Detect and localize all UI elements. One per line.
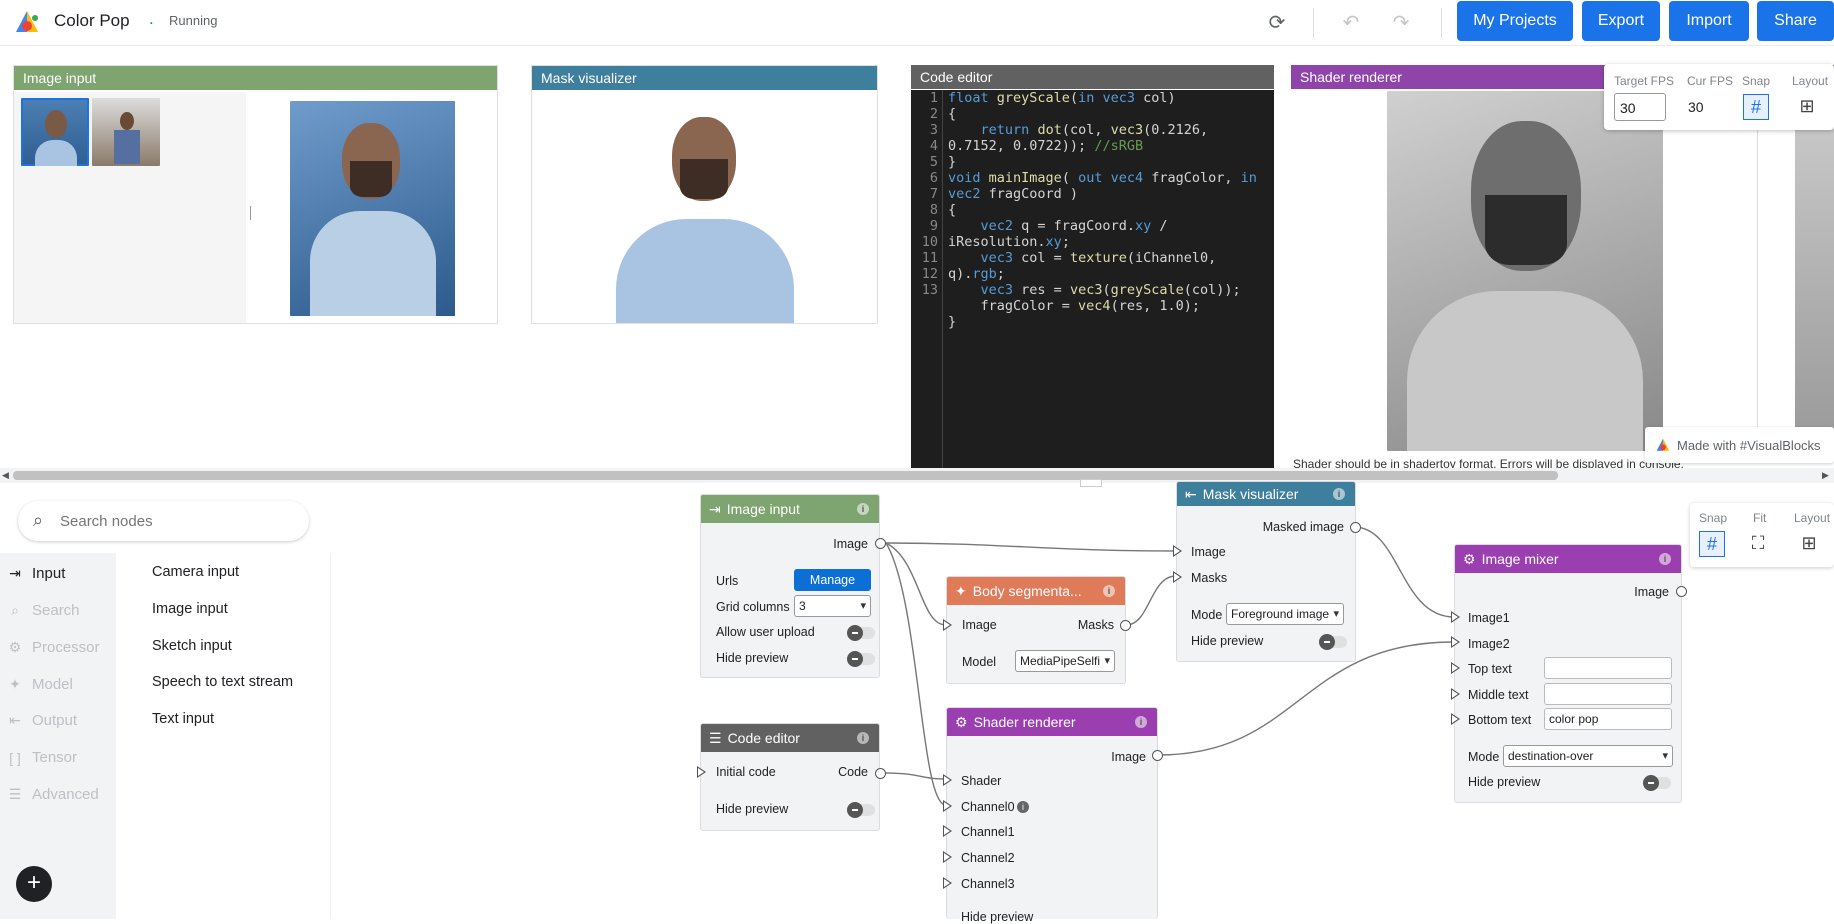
input-label: Image [1191,545,1226,559]
node-mask-visualizer[interactable]: ⇤ Mask visualizer i Masked image Image Mas… [1176,481,1356,662]
sparkle-icon: ✦ [955,582,967,599]
node-header: ☰ Code editor i [701,724,879,752]
output-port[interactable] [1676,586,1687,597]
mode-select[interactable]: destination-over [1503,745,1673,767]
input-label: Channel0 [961,800,1015,814]
allow-upload-label: Allow user upload [716,625,815,639]
input-port[interactable] [943,619,952,631]
input-port[interactable] [1173,545,1182,557]
input-label: Channel3 [961,877,1015,891]
node-image-mixer[interactable]: ⚙ Image mixer i Image Image1 Image2 Top te… [1454,544,1682,803]
input-port[interactable] [943,877,952,889]
hide-preview-label: Hide preview [716,651,789,665]
input-port[interactable] [943,800,952,812]
manage-button[interactable]: Manage [794,569,871,591]
hide-preview-toggle[interactable] [1319,634,1347,650]
input-label: Image [962,618,997,632]
bottom-text-input[interactable]: color pop [1544,708,1672,730]
allow-upload-toggle[interactable] [847,625,875,641]
node-header: ⇤ Mask visualizer i [1177,482,1355,506]
hide-preview-toggle[interactable] [1643,775,1671,791]
hide-preview-label: Hide preview [961,910,1034,924]
node-header: ⚙ Shader renderer i [947,708,1157,736]
canvas-controls: Snap # Fit ⛶ Layout ⊞ [1690,503,1834,567]
urls-label: Urls [716,574,739,588]
input-label: Image1 [1468,611,1510,625]
input-port[interactable] [1173,571,1182,583]
gear-icon: ⚙ [955,713,968,730]
hide-preview-label: Hide preview [1191,634,1264,648]
output-icon: ⇤ [1185,485,1197,502]
hide-preview-label: Hide preview [1468,775,1541,789]
middle-text-label: Middle text [1468,688,1529,702]
input-label: Shader [961,774,1002,788]
input-port[interactable] [1451,688,1460,700]
middle-text-input[interactable] [1544,683,1672,705]
model-label: Model [962,655,997,669]
info-icon[interactable]: i [1333,488,1345,500]
output-port[interactable] [1120,620,1131,631]
top-text-input[interactable] [1544,657,1672,679]
mode-label: Mode [1468,750,1500,764]
output-label: Image [1634,585,1669,599]
node-header: ⚙ Image mixer i [1455,545,1681,573]
input-port[interactable] [943,774,952,786]
output-label: Image [833,537,868,551]
mode-label: Mode [1191,608,1223,622]
output-label: Masks [1077,618,1114,632]
node-code-editor[interactable]: ☰ Code editor i Initial code Code Hide pre… [700,723,880,831]
hide-preview-toggle[interactable] [847,651,875,667]
node-header: ⇥ Image input i [701,495,879,523]
hide-preview-label: Hide preview [716,802,789,816]
node-image-input[interactable]: ⇥ Image input i Image Urls Manage Grid col… [700,494,880,678]
hide-preview-toggle[interactable] [847,802,875,818]
node-body-segmentation[interactable]: ✦ Body segmenta... i Image Masks Model Med… [946,576,1126,684]
grid-snap-icon[interactable]: # [1699,531,1725,557]
output-port[interactable] [1152,750,1163,761]
info-icon[interactable]: i [1135,716,1147,728]
input-label: Initial code [716,765,776,779]
output-label: Image [1111,750,1146,764]
input-icon: ⇥ [709,500,721,517]
snap-label: Snap [1699,511,1728,525]
input-port[interactable] [1451,636,1460,648]
input-port[interactable] [697,766,706,778]
mode-select[interactable]: Foreground image [1226,603,1344,625]
input-port[interactable] [1451,662,1460,674]
output-label: Masked image [1262,520,1344,534]
grid-columns-label: Grid columns [716,600,790,614]
input-port[interactable] [1451,611,1460,623]
output-port[interactable] [1350,522,1361,533]
info-icon[interactable]: i [1659,553,1671,565]
output-port[interactable] [875,768,886,779]
layout-icon[interactable]: ⊞ [1798,533,1820,555]
input-label: Masks [1191,571,1228,585]
input-label: Channel2 [961,851,1015,865]
node-header: ✦ Body segmenta... i [947,577,1125,605]
layout-label: Layout [1794,511,1831,525]
input-port[interactable] [1451,713,1460,725]
gear-icon: ⚙ [1463,550,1476,567]
node-shader-renderer[interactable]: ⚙ Shader renderer i Image Shader Channel0 … [946,707,1158,924]
input-label: Image2 [1468,637,1510,651]
bottom-text-label: Bottom text [1468,713,1532,727]
fit-icon[interactable]: ⛶ [1747,533,1769,555]
input-port[interactable] [943,851,952,863]
info-icon[interactable]: i [1103,585,1115,597]
sliders-icon: ☰ [709,729,722,746]
grid-columns-select[interactable]: 3 [794,595,871,617]
info-icon[interactable]: i [857,503,869,515]
top-text-label: Top text [1468,662,1512,676]
info-icon[interactable]: i [1017,801,1029,813]
input-port[interactable] [943,825,952,837]
input-label: Channel1 [961,825,1015,839]
info-icon[interactable]: i [857,732,869,744]
output-label: Code [838,765,868,779]
fit-label: Fit [1753,511,1767,525]
model-select[interactable]: MediaPipeSelfi [1015,650,1115,672]
output-port[interactable] [875,538,886,549]
